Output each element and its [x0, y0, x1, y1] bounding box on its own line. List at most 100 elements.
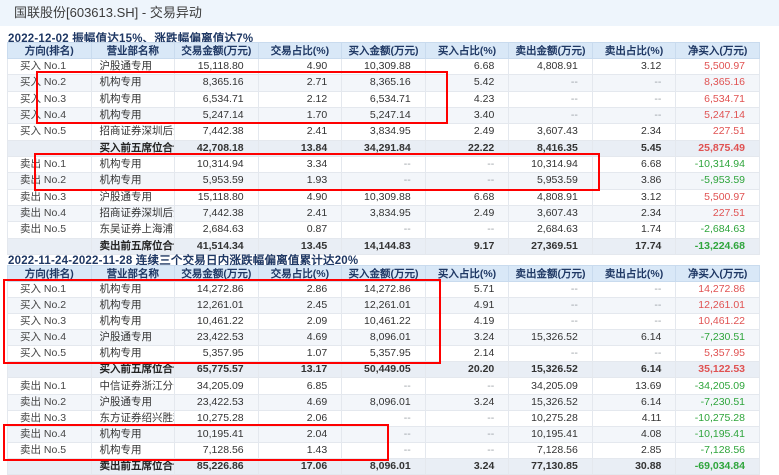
cell-buy-pct: --: [425, 222, 509, 238]
cell-direction: [8, 140, 92, 156]
cell-sell-pct: --: [592, 282, 676, 298]
cell-net-buy: -10,314.94: [676, 156, 760, 172]
cell-buy-amount: 14,272.86: [342, 282, 426, 298]
cell-direction: 买入 No.4: [8, 107, 92, 123]
cell-sell-amount: 27,369.51: [509, 238, 593, 254]
total-row: 买入前五席位合计65,775.5713.1750,449.0520.2015,3…: [8, 362, 760, 378]
cell-trade-pct: 2.41: [258, 205, 342, 221]
table-row: 卖出 No.3东方证券绍兴胜利东路10,275.282.06----10,275…: [8, 410, 760, 426]
cell-branch: 沪股通专用: [91, 330, 175, 346]
column-header: 交易占比(%): [258, 266, 342, 282]
cell-buy-pct: 3.24: [425, 394, 509, 410]
cell-net-buy: -34,205.09: [676, 378, 760, 394]
cell-buy-pct: --: [425, 378, 509, 394]
cell-sell-pct: 2.34: [592, 124, 676, 140]
cell-sell-amount: 10,275.28: [509, 410, 593, 426]
cell-sell-pct: --: [592, 91, 676, 107]
cell-buy-amount: 8,096.01: [342, 330, 426, 346]
cell-net-buy: 5,500.97: [676, 59, 760, 75]
table-row: 买入 No.1沪股通专用15,118.804.9010,309.886.684,…: [8, 59, 760, 75]
cell-direction: 卖出 No.3: [8, 410, 92, 426]
cell-buy-pct: 3.24: [425, 330, 509, 346]
cell-buy-amount: 8,365.16: [342, 75, 426, 91]
table-row: 买入 No.5招商证券深圳后海7,442.382.413,834.952.493…: [8, 124, 760, 140]
cell-branch: 机构专用: [91, 314, 175, 330]
cell-sell-amount: 10,195.41: [509, 426, 593, 442]
cell-direction: 买入 No.3: [8, 314, 92, 330]
cell-trade-amount: 65,775.57: [175, 362, 259, 378]
cell-direction: [8, 458, 92, 474]
cell-branch: 沪股通专用: [91, 189, 175, 205]
cell-branch: 沪股通专用: [91, 394, 175, 410]
cell-trade-amount: 2,684.63: [175, 222, 259, 238]
cell-sell-amount: 15,326.52: [509, 362, 593, 378]
cell-net-buy: -10,195.41: [676, 426, 760, 442]
cell-buy-pct: 3.40: [425, 107, 509, 123]
cell-sell-amount: 3,607.43: [509, 124, 593, 140]
cell-sell-pct: --: [592, 107, 676, 123]
cell-buy-amount: 10,461.22: [342, 314, 426, 330]
column-header: 买入占比(%): [425, 266, 509, 282]
table-row: 卖出 No.3沪股通专用15,118.804.9010,309.886.684,…: [8, 189, 760, 205]
table-row: 买入 No.5机构专用5,357.951.075,357.952.14----5…: [8, 346, 760, 362]
cell-buy-amount: --: [342, 410, 426, 426]
column-header: 交易占比(%): [258, 43, 342, 59]
cell-buy-pct: 2.49: [425, 124, 509, 140]
cell-sell-pct: --: [592, 346, 676, 362]
column-header: 营业部名称: [91, 43, 175, 59]
cell-buy-pct: --: [425, 442, 509, 458]
cell-sell-pct: 6.14: [592, 330, 676, 346]
cell-buy-pct: 5.42: [425, 75, 509, 91]
cell-sell-amount: 7,128.56: [509, 442, 593, 458]
table-row: 卖出 No.1机构专用10,314.943.34----10,314.946.6…: [8, 156, 760, 172]
cell-buy-pct: --: [425, 426, 509, 442]
cell-branch: 机构专用: [91, 107, 175, 123]
cell-branch: 机构专用: [91, 75, 175, 91]
cell-trade-amount: 10,314.94: [175, 156, 259, 172]
cell-sell-amount: --: [509, 298, 593, 314]
cell-branch: 机构专用: [91, 346, 175, 362]
cell-buy-pct: 3.24: [425, 458, 509, 474]
cell-buy-pct: --: [425, 173, 509, 189]
cell-net-buy: -13,224.68: [676, 238, 760, 254]
cell-trade-amount: 10,275.28: [175, 410, 259, 426]
column-header: 方向(排名): [8, 43, 92, 59]
cell-trade-pct: 0.87: [258, 222, 342, 238]
cell-trade-amount: 42,708.18: [175, 140, 259, 156]
cell-sell-amount: 5,953.59: [509, 173, 593, 189]
cell-sell-pct: 13.69: [592, 378, 676, 394]
cell-sell-pct: 1.74: [592, 222, 676, 238]
cell-sell-pct: 5.45: [592, 140, 676, 156]
cell-direction: [8, 362, 92, 378]
cell-trade-amount: 15,118.80: [175, 59, 259, 75]
cell-trade-pct: 4.69: [258, 394, 342, 410]
cell-direction: 卖出 No.1: [8, 378, 92, 394]
table-row: 卖出 No.5机构专用7,128.561.43----7,128.562.85-…: [8, 442, 760, 458]
column-header: 卖出金额(万元): [509, 43, 593, 59]
cell-branch: 东吴证券上海浦东新区世纪大道: [91, 222, 175, 238]
seat-table-1: 方向(排名)营业部名称交易金额(万元)交易占比(%)买入金额(万元)买入占比(%…: [7, 42, 760, 255]
cell-branch: 沪股通专用: [91, 59, 175, 75]
column-header: 卖出占比(%): [592, 266, 676, 282]
cell-buy-pct: 4.19: [425, 314, 509, 330]
cell-buy-pct: 2.49: [425, 205, 509, 221]
cell-trade-amount: 15,118.80: [175, 189, 259, 205]
cell-buy-amount: 5,247.14: [342, 107, 426, 123]
cell-trade-amount: 10,461.22: [175, 314, 259, 330]
cell-trade-amount: 5,247.14: [175, 107, 259, 123]
cell-buy-amount: --: [342, 442, 426, 458]
cell-trade-pct: 1.93: [258, 173, 342, 189]
column-header: 方向(排名): [8, 266, 92, 282]
table-row: 卖出 No.4机构专用10,195.412.04----10,195.414.0…: [8, 426, 760, 442]
cell-direction: 买入 No.4: [8, 330, 92, 346]
cell-trade-pct: 17.06: [258, 458, 342, 474]
cell-buy-pct: 5.71: [425, 282, 509, 298]
cell-branch: 东方证券绍兴胜利东路: [91, 410, 175, 426]
cell-trade-pct: 2.09: [258, 314, 342, 330]
cell-trade-amount: 5,953.59: [175, 173, 259, 189]
table-row: 卖出 No.4招商证券深圳后海7,442.382.413,834.952.493…: [8, 205, 760, 221]
cell-branch: 机构专用: [91, 298, 175, 314]
cell-net-buy: 25,875.49: [676, 140, 760, 156]
table-row: 买入 No.4沪股通专用23,422.534.698,096.013.2415,…: [8, 330, 760, 346]
cell-buy-pct: 22.22: [425, 140, 509, 156]
